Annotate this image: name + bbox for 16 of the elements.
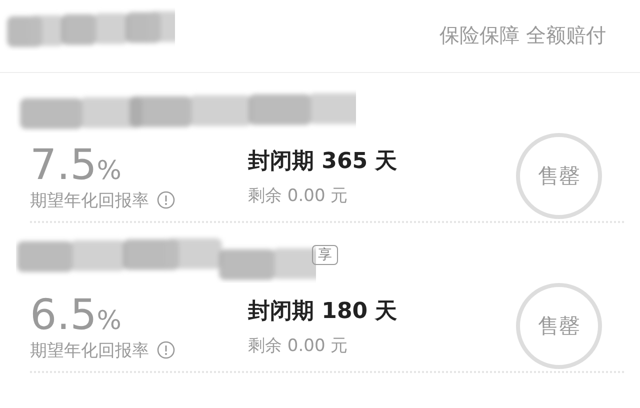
- rate-value: 7.5: [30, 140, 97, 188]
- remaining-amount: 剩余 0.00 元: [248, 334, 349, 356]
- rate-label: 期望年化回报率: [30, 190, 149, 212]
- insurance-note: 保险保障 全额赔付: [440, 22, 606, 49]
- sold-out-button[interactable]: 售罄: [516, 133, 602, 219]
- remaining-amount: 剩余 0.00 元: [248, 184, 349, 206]
- info-icon[interactable]: [157, 191, 175, 209]
- rate-label: 期望年化回报率: [30, 340, 149, 362]
- info-icon[interactable]: [157, 341, 175, 359]
- rate-value: 6.5: [30, 290, 97, 338]
- term-text: 封闭期 180 天: [248, 298, 398, 326]
- sold-out-button[interactable]: 售罄: [516, 283, 602, 369]
- term-text: 封闭期 365 天: [248, 148, 398, 176]
- product-tag: 享: [312, 245, 338, 265]
- rate-unit: %: [96, 156, 122, 186]
- rate-unit: %: [96, 306, 122, 336]
